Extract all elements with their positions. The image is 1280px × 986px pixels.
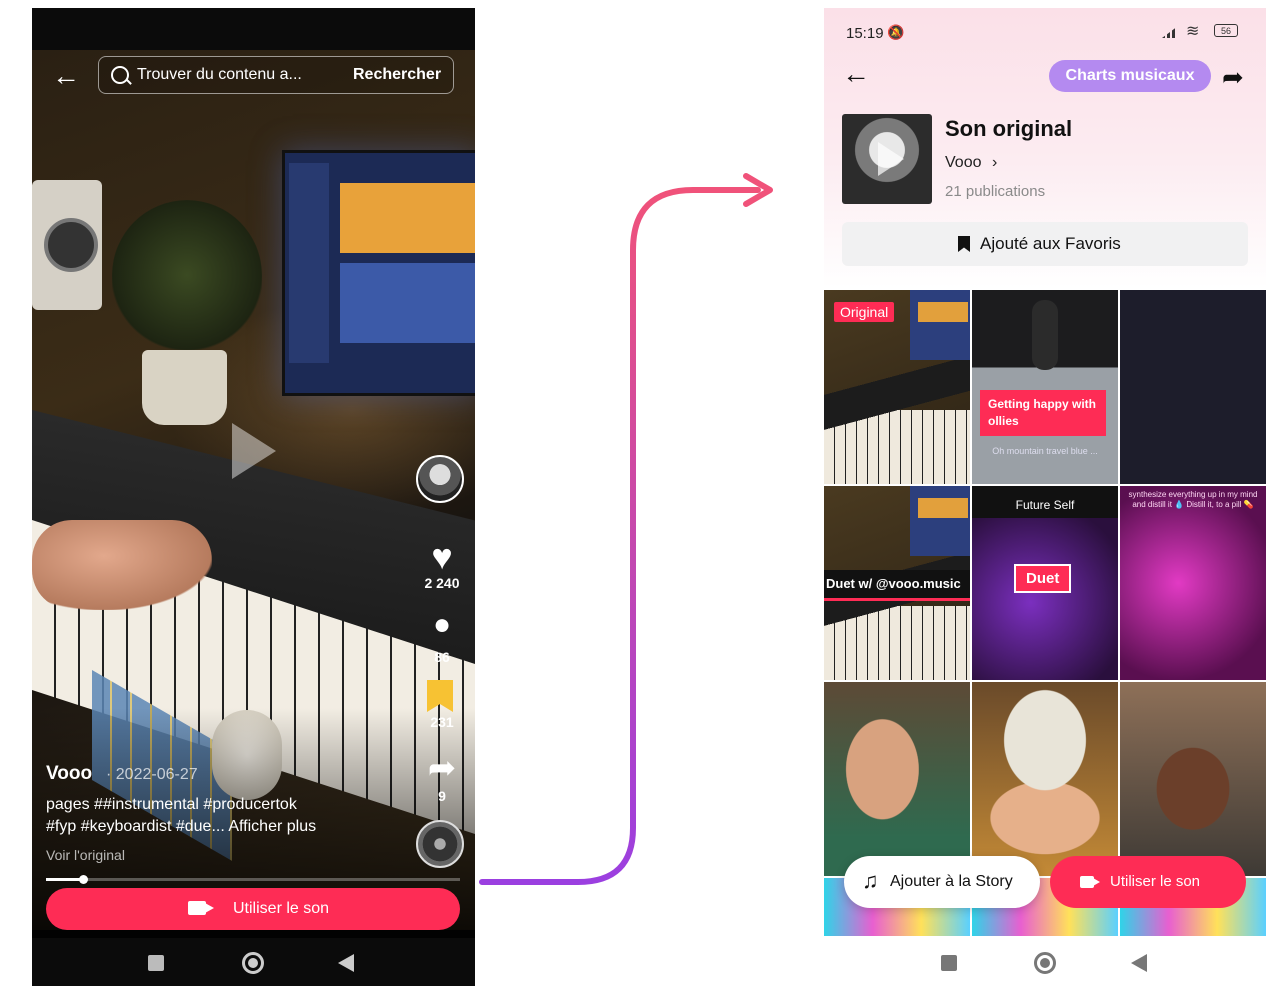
sound-artist-link[interactable]: Vooo ›: [945, 154, 997, 172]
search-icon: [111, 66, 129, 84]
grid-video-2[interactable]: Getting happy with ollies Oh mountain tr…: [972, 290, 1118, 484]
save-count: 231: [430, 714, 454, 730]
video-caption-overlay: Future Self: [1015, 498, 1075, 512]
duet-caption: Duet w/ @vooo.music: [824, 570, 970, 601]
sound-artist: Vooo: [945, 154, 982, 171]
nav-back-icon[interactable]: [1131, 954, 1147, 972]
sound-cover-image[interactable]: [842, 114, 932, 204]
nav-back-icon[interactable]: [338, 954, 354, 972]
video-date: · 2022-06-27: [106, 766, 198, 783]
add-to-story-label: Ajouter à la Story: [890, 873, 1013, 890]
grid-video-4[interactable]: Duet w/ @vooo.music: [824, 486, 970, 680]
sound-disc-icon[interactable]: [416, 820, 464, 868]
play-icon[interactable]: [878, 142, 904, 176]
back-arrow-icon[interactable]: ←: [52, 62, 80, 90]
camera-icon: [188, 901, 214, 915]
publication-count: 21 publications: [945, 183, 1046, 200]
author-avatar[interactable]: [416, 455, 464, 503]
video-caption-line2[interactable]: #fyp #keyboardist #due... Afficher plus: [46, 818, 316, 836]
video-caption-overlay: Getting happy with ollies: [980, 390, 1106, 436]
plant-pot: [142, 350, 227, 425]
share-icon[interactable]: ➦: [1222, 62, 1244, 93]
status-time: 15:19: [846, 25, 884, 42]
favorites-button[interactable]: Ajouté aux Favoris: [842, 222, 1248, 266]
favorites-label: Ajouté aux Favoris: [980, 234, 1121, 253]
plant: [112, 200, 262, 350]
grid-video-7[interactable]: [824, 682, 970, 876]
use-sound-label: Utiliser le son: [1110, 873, 1201, 890]
back-arrow-icon[interactable]: ←: [842, 60, 870, 88]
nav-home-icon[interactable]: [1034, 952, 1056, 974]
video-author[interactable]: Vooo: [46, 763, 92, 785]
grid-video-6[interactable]: synthesize everything up in my mind and …: [1120, 486, 1266, 680]
duet-badge: Duet: [1014, 564, 1072, 593]
search-bar[interactable]: Trouver du contenu a... Rechercher: [98, 56, 454, 94]
nav-home-icon[interactable]: [242, 952, 264, 974]
right-phone-screen: 15:19 🔕 ≋ 56 ← Charts musicaux ➦ Son ori…: [824, 8, 1266, 986]
see-original-link[interactable]: Voir l'original: [46, 847, 125, 863]
share-icon[interactable]: ➦: [412, 748, 472, 788]
add-to-story-button[interactable]: ♫ Ajouter à la Story: [844, 856, 1040, 908]
chevron-right-icon: ›: [991, 154, 998, 171]
battery-icon: 56: [1214, 24, 1238, 37]
grid-video-5[interactable]: Future Self Duet: [972, 486, 1118, 680]
wifi-icon: ≋: [1186, 23, 1200, 40]
studio-speaker: [32, 180, 102, 310]
grid-video-3[interactable]: [1120, 290, 1266, 484]
grid-video-9[interactable]: [1120, 682, 1266, 876]
comment-count: 86: [434, 649, 450, 665]
mute-icon: 🔕: [887, 24, 905, 40]
grid-video-1[interactable]: Original: [824, 290, 970, 484]
like-count: 2 240: [424, 575, 460, 591]
share-count: 9: [438, 788, 446, 804]
video-subtitle: Oh mountain travel blue ...: [992, 446, 1098, 456]
progress-fill: [46, 878, 84, 881]
nav-recents-icon[interactable]: [148, 955, 164, 971]
left-phone-screen: ← Trouver du contenu a... Rechercher ♥ 2…: [32, 8, 475, 986]
sound-title: Son original: [945, 116, 1073, 141]
search-button[interactable]: Rechercher: [353, 66, 441, 84]
use-sound-button[interactable]: Utiliser le son: [1050, 856, 1246, 908]
original-badge: Original: [834, 302, 895, 322]
video-caption-overlay: synthesize everything up in my mind and …: [1128, 490, 1258, 509]
flow-arrow: [479, 173, 773, 885]
music-note-icon: ♫: [862, 868, 879, 893]
hand: [32, 520, 212, 610]
nav-recents-icon[interactable]: [941, 955, 957, 971]
music-charts-button[interactable]: Charts musicaux: [1049, 60, 1211, 92]
play-icon[interactable]: [232, 423, 276, 479]
daw-monitor: [282, 150, 475, 396]
search-input[interactable]: Trouver du contenu a...: [137, 66, 302, 84]
use-sound-button[interactable]: Utiliser le son: [46, 888, 460, 930]
comment-icon[interactable]: ●: [412, 608, 472, 642]
use-sound-label: Utiliser le son: [233, 900, 330, 917]
video-progress-bar[interactable]: [46, 875, 460, 884]
heart-icon[interactable]: ♥: [412, 536, 472, 578]
video-caption-line1: pages ##instrumental #producertok: [46, 796, 297, 813]
bookmark-icon: [958, 236, 970, 252]
video-grid: Original Getting happy with ollies Oh mo…: [824, 290, 1266, 936]
camera-icon: [1080, 876, 1100, 888]
grid-video-8[interactable]: [972, 682, 1118, 876]
